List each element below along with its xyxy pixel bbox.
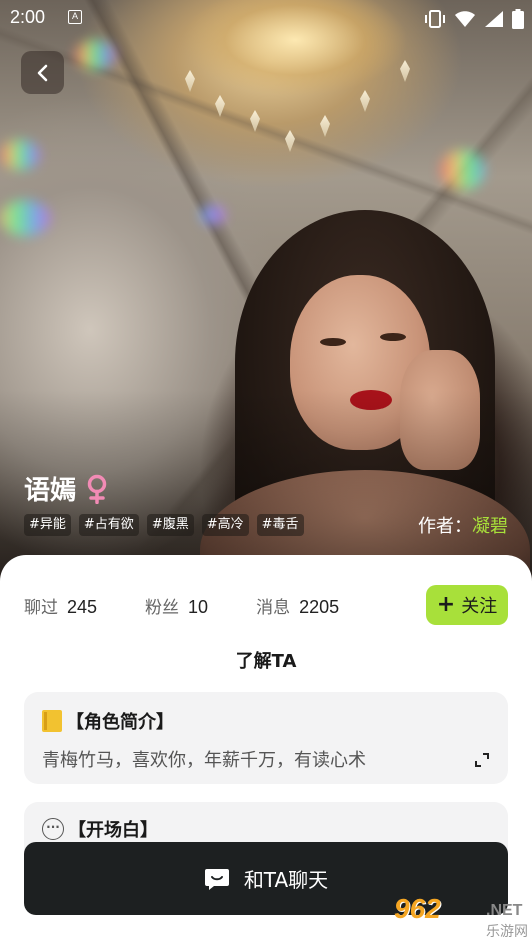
stat-chatted: 聊过 245 (24, 593, 97, 618)
status-icons (424, 9, 524, 29)
chat-button-label: 和TA聊天 (243, 868, 329, 892)
watermark-sub: 乐游网 (486, 924, 528, 940)
watermark-net: .NET (486, 902, 523, 919)
character-tag[interactable]: #异能 (24, 514, 71, 536)
figure-eye (380, 333, 406, 341)
rainbow-light (75, 40, 115, 70)
intro-box[interactable]: 【角色简介】 青梅竹马，喜欢你，年薪千万，有读心术 (24, 692, 508, 784)
follow-button[interactable]: + 关注 (426, 585, 508, 625)
chevron-left-icon (37, 64, 47, 81)
vibrate-icon (425, 10, 445, 28)
expand-icon[interactable] (474, 752, 490, 768)
author-name[interactable]: 凝碧 (472, 516, 508, 537)
female-gender-icon (87, 474, 107, 504)
stat-value: 10 (188, 597, 209, 617)
section-title: 了解TA (235, 651, 297, 672)
watermark-main: 962 (394, 893, 441, 924)
character-name: 语嫣 (24, 476, 77, 506)
app-notification-icon: A (68, 10, 82, 24)
battery-icon (512, 9, 524, 29)
character-tags: #异能 #占有欲 #腹黑 #高冷 #毒舌 (24, 514, 304, 536)
rainbow-light (0, 200, 50, 236)
intro-text: 青梅竹马，喜欢你，年薪千万，有读心术 (42, 750, 366, 771)
notebook-icon (42, 710, 62, 732)
stat-label: 粉丝 (145, 598, 180, 618)
stat-label: 消息 (256, 598, 291, 618)
character-tag[interactable]: #毒舌 (256, 514, 304, 536)
stat-value: 2205 (299, 597, 340, 617)
rainbow-light (440, 150, 485, 190)
plus-icon: + (436, 592, 456, 617)
character-tag[interactable]: #腹黑 (146, 514, 194, 536)
stat-fans: 粉丝 10 (145, 593, 208, 618)
stat-messages: 消息 2205 (256, 593, 339, 618)
intro-heading: 【角色简介】 (66, 712, 174, 733)
follow-button-label: 关注 (461, 596, 498, 617)
status-time: 2:00 (10, 7, 46, 27)
author-label: 作者： (418, 516, 472, 537)
signal-icon (485, 11, 503, 27)
opening-heading-row: ··· 【开场白】 (42, 816, 158, 842)
stat-label: 聊过 (24, 598, 58, 618)
opening-heading: 【开场白】 (68, 820, 158, 841)
character-tag[interactable]: #占有欲 (78, 514, 139, 536)
speech-dots-icon: ··· (42, 818, 64, 840)
author-info[interactable]: 作者：凝碧 (418, 512, 508, 538)
character-name-row: 语嫣 (24, 470, 108, 507)
back-button[interactable] (21, 51, 64, 94)
status-bar: 2:00 A (0, 0, 532, 36)
figure-eye (320, 338, 346, 346)
site-watermark-logo: 962 .NET 乐游网 (394, 893, 532, 945)
rainbow-light (200, 205, 225, 225)
character-tag[interactable]: #高冷 (201, 514, 249, 536)
chat-bubble-icon (204, 868, 229, 890)
stat-value: 245 (67, 597, 98, 617)
rainbow-light (0, 140, 40, 170)
wifi-icon (455, 11, 475, 27)
stats-row: 聊过 245 粉丝 10 消息 2205 (24, 593, 387, 618)
intro-heading-row: 【角色简介】 (42, 708, 174, 734)
